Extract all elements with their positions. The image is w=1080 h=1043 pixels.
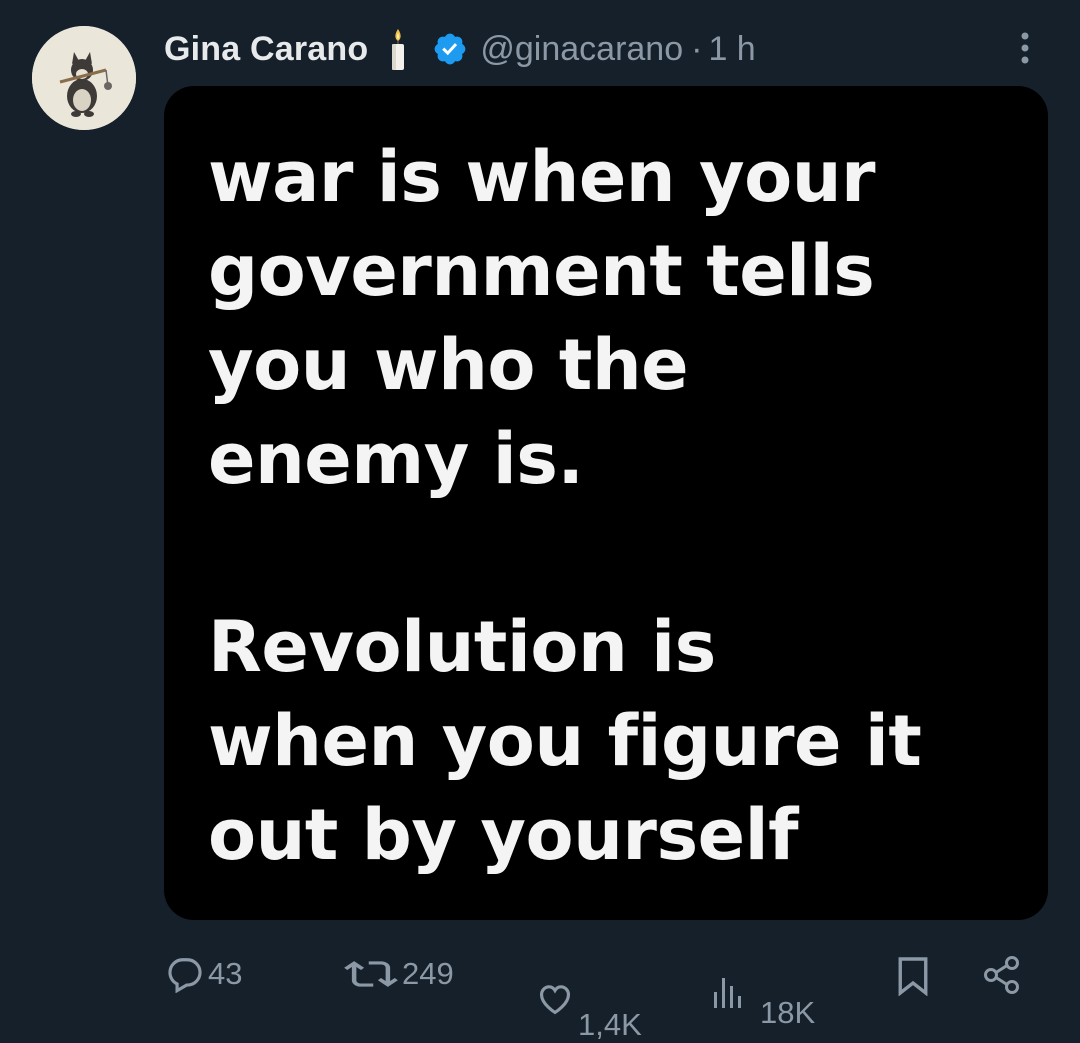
- media-text: war is when your government tells you wh…: [208, 130, 1028, 882]
- tweet-header: Gina Carano @ginacarano · 1 h: [164, 22, 756, 76]
- share-button[interactable]: [982, 955, 1022, 995]
- views-count: 18K: [760, 995, 816, 1030]
- media-line: government tells: [208, 230, 875, 312]
- reply-button[interactable]: 43: [166, 955, 242, 993]
- verified-badge-icon[interactable]: [432, 31, 468, 67]
- like-button[interactable]: 1,4K: [534, 955, 642, 1043]
- separator-dot: ·: [691, 29, 703, 68]
- candle-icon: [386, 25, 410, 73]
- avatar[interactable]: [32, 26, 136, 130]
- share-icon: [984, 956, 1019, 994]
- reply-count: 43: [208, 956, 243, 991]
- media-line: out by yourself: [208, 794, 799, 876]
- tweet: Gina Carano @ginacarano · 1 h war is whe…: [0, 0, 1080, 1042]
- tweet-media-image[interactable]: war is when your government tells you wh…: [164, 86, 1048, 920]
- bookmark-button[interactable]: [896, 956, 930, 996]
- heart-icon: [539, 985, 571, 1015]
- media-line: you who the: [208, 324, 689, 406]
- repost-count: 249: [402, 956, 454, 991]
- handle[interactable]: @ginacarano: [480, 30, 683, 69]
- display-name[interactable]: Gina Carano: [164, 30, 368, 69]
- more-options-icon[interactable]: [1010, 28, 1040, 68]
- reply-icon: [168, 958, 202, 993]
- views-button[interactable]: 18K: [712, 955, 815, 1031]
- repost-button[interactable]: 249: [344, 955, 454, 993]
- media-line: war is when your: [208, 136, 876, 218]
- media-line: Revolution is: [208, 606, 716, 688]
- action-bar: 43 249 1,4K 18K: [0, 940, 1080, 1042]
- bookmark-icon: [898, 957, 928, 996]
- media-line: when you figure it: [208, 700, 922, 782]
- repost-icon: [344, 961, 398, 987]
- views-bar-chart-icon: [714, 978, 741, 1008]
- timestamp[interactable]: 1 h: [708, 30, 755, 69]
- avatar-image: [32, 26, 136, 130]
- media-line: enemy is.: [208, 418, 584, 500]
- like-count: 1,4K: [578, 1007, 642, 1042]
